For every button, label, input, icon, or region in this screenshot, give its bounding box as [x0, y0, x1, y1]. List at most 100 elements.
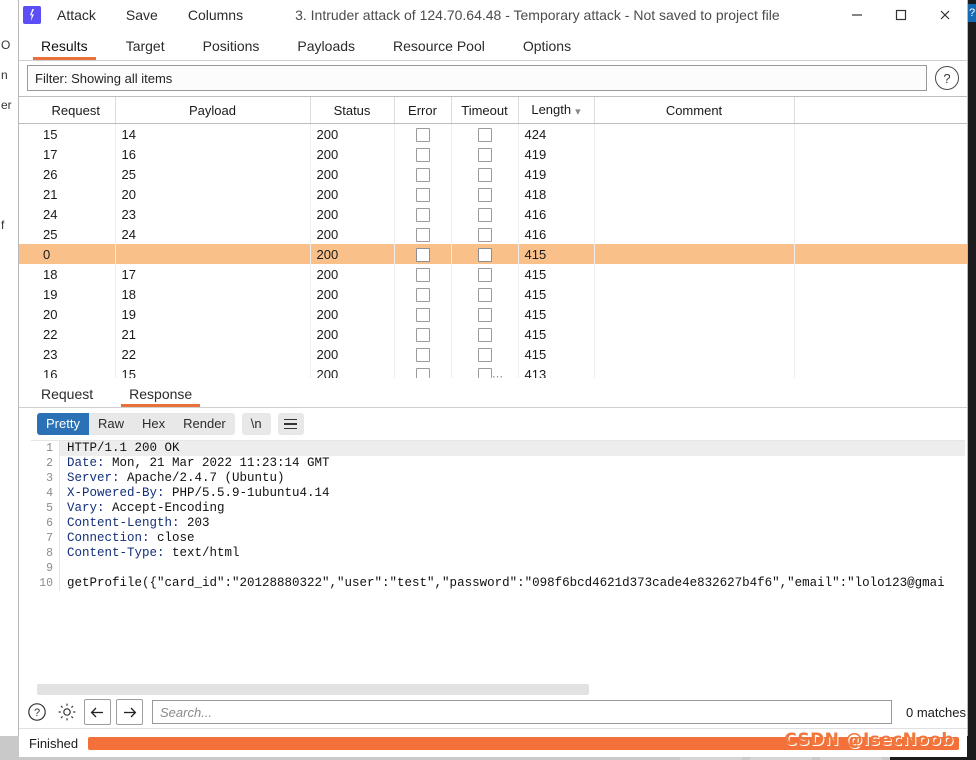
- timeout-checkbox[interactable]: [477, 127, 492, 142]
- cell-timeout-checkbox[interactable]: [451, 304, 519, 324]
- timeout-checkbox[interactable]: [477, 187, 492, 202]
- error-checkbox[interactable]: [415, 347, 430, 362]
- col-length[interactable]: Length ▾: [518, 97, 595, 124]
- tab-results[interactable]: Results: [25, 38, 104, 60]
- mode-render[interactable]: Render: [174, 413, 235, 435]
- search-next-button[interactable]: [116, 699, 143, 725]
- table-row[interactable]: 25 24 200 416: [19, 224, 967, 244]
- timeout-checkbox[interactable]: [477, 287, 492, 302]
- close-icon[interactable]: [923, 0, 967, 30]
- error-checkbox[interactable]: [415, 267, 430, 282]
- timeout-checkbox[interactable]: [477, 347, 492, 362]
- col-comment[interactable]: Comment: [594, 97, 795, 124]
- timeout-checkbox[interactable]: [477, 227, 492, 242]
- tab-request[interactable]: Request: [27, 386, 107, 407]
- tab-resource-pool[interactable]: Resource Pool: [377, 38, 501, 60]
- cell-error-checkbox[interactable]: [394, 224, 452, 244]
- tab-positions[interactable]: Positions: [187, 38, 276, 60]
- cell-timeout-checkbox[interactable]: [451, 144, 519, 164]
- timeout-checkbox[interactable]: [477, 247, 492, 262]
- timeout-checkbox[interactable]: [477, 147, 492, 162]
- table-row[interactable]: 24 23 200 416: [19, 204, 967, 224]
- mode-raw[interactable]: Raw: [89, 413, 133, 435]
- cell-error-checkbox[interactable]: [394, 344, 452, 364]
- table-row[interactable]: 21 20 200 418: [19, 184, 967, 204]
- filter-bar[interactable]: Filter: Showing all items: [27, 65, 927, 91]
- help-sidebar-icon[interactable]: ?: [968, 4, 976, 22]
- response-viewer[interactable]: 1 HTTP/1.1 200 OK 2 Date: Mon, 21 Mar 2022 …: [31, 440, 965, 681]
- error-checkbox[interactable]: [415, 147, 430, 162]
- question-mark-icon[interactable]: ?: [935, 66, 959, 90]
- col-status[interactable]: Status: [310, 97, 395, 124]
- timeout-checkbox[interactable]: [477, 307, 492, 322]
- menu-columns[interactable]: Columns: [186, 5, 245, 25]
- search-prev-button[interactable]: [84, 699, 111, 725]
- error-checkbox[interactable]: [415, 327, 430, 342]
- hamburger-menu-icon[interactable]: [277, 413, 304, 435]
- error-checkbox[interactable]: [415, 247, 430, 262]
- error-checkbox[interactable]: [415, 187, 430, 202]
- col-request[interactable]: Request: [37, 97, 116, 124]
- cell-error-checkbox[interactable]: [394, 184, 452, 204]
- timeout-checkbox[interactable]: [477, 327, 492, 342]
- cell-error-checkbox[interactable]: [394, 284, 452, 304]
- cell-timeout-checkbox[interactable]: [451, 244, 519, 264]
- error-checkbox[interactable]: [415, 207, 430, 222]
- table-row[interactable]: 22 21 200 415: [19, 324, 967, 344]
- results-table-container[interactable]: Request Payload Status Error Timeout Len…: [19, 96, 967, 378]
- table-row[interactable]: 23 22 200 415: [19, 344, 967, 364]
- cell-error-checkbox[interactable]: [394, 204, 452, 224]
- cell-error-checkbox[interactable]: [394, 123, 452, 144]
- cell-error-checkbox[interactable]: [394, 364, 452, 378]
- cell-error-checkbox[interactable]: [394, 244, 452, 264]
- horizontal-scrollbar[interactable]: [37, 684, 589, 695]
- cell-timeout-checkbox[interactable]: [451, 264, 519, 284]
- table-row[interactable]: 19 18 200 415: [19, 284, 967, 304]
- menu-attack[interactable]: Attack: [55, 5, 98, 25]
- cell-timeout-checkbox[interactable]: [451, 344, 519, 364]
- cell-error-checkbox[interactable]: [394, 304, 452, 324]
- error-checkbox[interactable]: [415, 307, 430, 322]
- tab-target[interactable]: Target: [110, 38, 181, 60]
- error-checkbox[interactable]: [415, 227, 430, 242]
- tab-options[interactable]: Options: [507, 38, 587, 60]
- error-checkbox[interactable]: [415, 127, 430, 142]
- error-checkbox[interactable]: [415, 287, 430, 302]
- cell-error-checkbox[interactable]: [394, 324, 452, 344]
- cell-error-checkbox[interactable]: [394, 144, 452, 164]
- table-row[interactable]: 0 200 415: [19, 244, 967, 264]
- table-row[interactable]: 18 17 200 415: [19, 264, 967, 284]
- cell-error-checkbox[interactable]: [394, 264, 452, 284]
- mode-hex[interactable]: Hex: [133, 413, 174, 435]
- cell-error-checkbox[interactable]: [394, 164, 452, 184]
- cell-timeout-checkbox[interactable]: [451, 164, 519, 184]
- error-checkbox[interactable]: [415, 367, 430, 378]
- table-row[interactable]: 20 19 200 415: [19, 304, 967, 324]
- question-mark-icon[interactable]: ?: [25, 700, 49, 724]
- cell-timeout-checkbox[interactable]: [451, 284, 519, 304]
- maximize-icon[interactable]: [879, 0, 923, 30]
- cell-timeout-checkbox[interactable]: [451, 324, 519, 344]
- col-error[interactable]: Error: [394, 97, 452, 124]
- tab-payloads[interactable]: Payloads: [281, 38, 371, 60]
- minimize-icon[interactable]: [835, 0, 879, 30]
- newline-toggle-button[interactable]: \n: [241, 413, 271, 435]
- timeout-checkbox[interactable]: [477, 207, 492, 222]
- gear-icon[interactable]: [55, 700, 79, 724]
- tab-response[interactable]: Response: [115, 386, 206, 407]
- col-timeout[interactable]: Timeout: [451, 97, 519, 124]
- timeout-checkbox[interactable]: [477, 267, 492, 282]
- cell-timeout-checkbox[interactable]: [451, 224, 519, 244]
- table-row[interactable]: 17 16 200 419: [19, 144, 967, 164]
- col-payload[interactable]: Payload: [115, 97, 311, 124]
- cell-timeout-checkbox[interactable]: [451, 123, 519, 144]
- cell-timeout-checkbox[interactable]: [451, 204, 519, 224]
- mode-pretty[interactable]: Pretty: [37, 413, 89, 435]
- error-checkbox[interactable]: [415, 167, 430, 182]
- cell-timeout-checkbox[interactable]: [451, 184, 519, 204]
- table-row[interactable]: 15 14 200 424: [19, 123, 967, 144]
- timeout-checkbox[interactable]: [477, 167, 492, 182]
- table-row[interactable]: 26 25 200 419: [19, 164, 967, 184]
- search-input[interactable]: Search...: [152, 700, 892, 724]
- menu-save[interactable]: Save: [124, 5, 160, 25]
